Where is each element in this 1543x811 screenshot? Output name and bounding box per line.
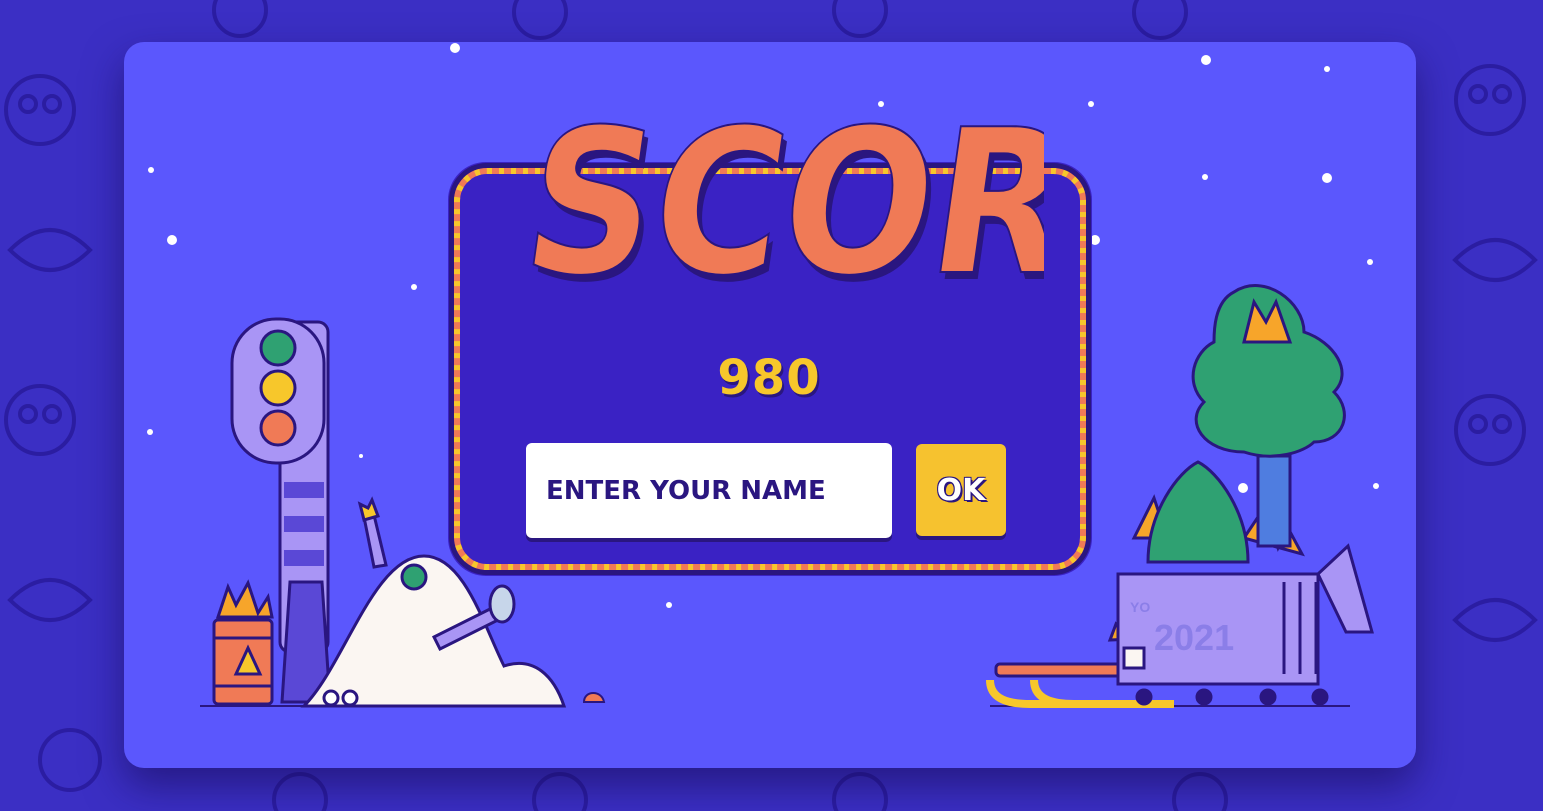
dumpster-graffiti: 2021 (1154, 617, 1234, 658)
burning-barrel-icon (212, 579, 274, 706)
score-title-logo: SCORE SCORE (524, 85, 1044, 324)
game-over-card: 2021 YO SCORE SCORE 980 ENTER YOUR NAME … (124, 42, 1416, 768)
ok-button[interactable]: OK (916, 444, 1006, 536)
name-input[interactable]: ENTER YOUR NAME (526, 443, 892, 538)
final-score: 980 (717, 350, 821, 406)
burning-dumpster-icon (1116, 460, 1374, 706)
svg-text:SCORE: SCORE (524, 86, 1044, 319)
dumpster-tag: YO (1130, 599, 1150, 615)
